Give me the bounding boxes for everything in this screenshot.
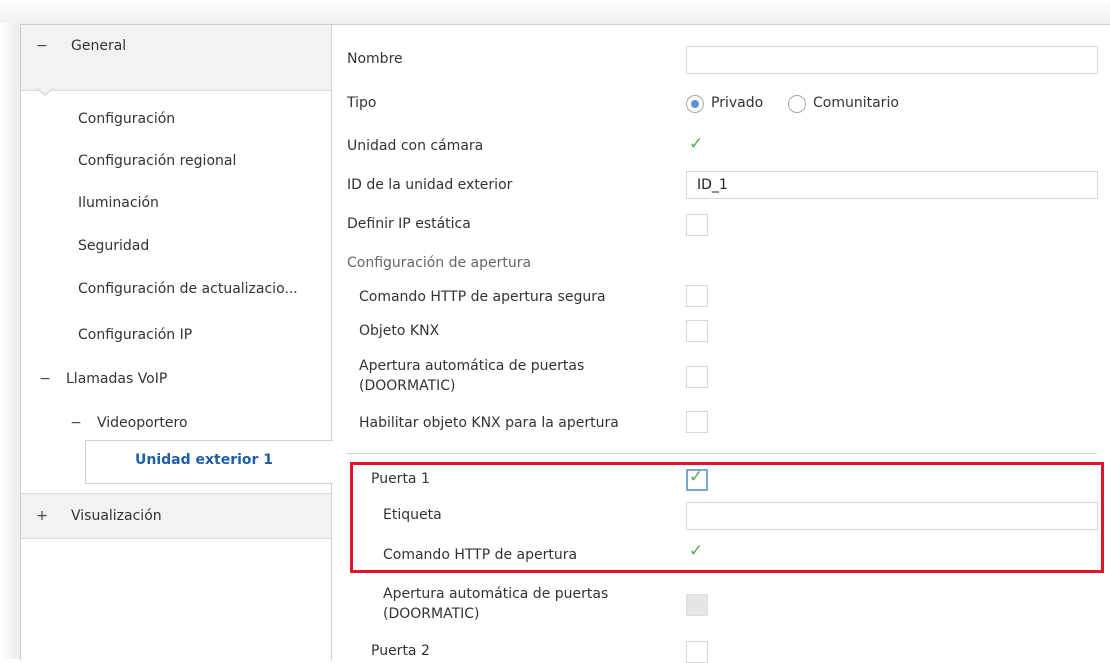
- tree-item-label: Llamadas VoIP: [66, 371, 168, 387]
- doormatic-label: Apertura automática de puertas: [359, 358, 585, 374]
- http-segura-label: Comando HTTP de apertura segura: [359, 289, 606, 305]
- doormatic-checkbox[interactable]: [686, 366, 708, 388]
- config-apertura-heading: Configuración de apertura: [347, 255, 532, 271]
- doormatic-label-2: (DOORMATIC): [359, 378, 456, 394]
- objeto-knx-checkbox[interactable]: [686, 320, 708, 342]
- tree-item-label: Iluminación: [78, 195, 159, 211]
- tree-section-label: General: [71, 38, 127, 54]
- tree-item-label: Configuración de actualizacio...: [78, 281, 298, 297]
- parameters-panel: Nombre Tipo Privado Comunitario Unidad c…: [332, 25, 1110, 663]
- nombre-field[interactable]: [686, 46, 1098, 74]
- id-unidad-field[interactable]: ID_1: [686, 171, 1098, 199]
- parameter-window: − General Configuración Configuración re…: [20, 24, 1110, 663]
- check-icon: ✓: [689, 134, 704, 154]
- highlight-box: [350, 462, 1104, 573]
- objeto-knx-label: Objeto KNX: [359, 323, 440, 339]
- id-unidad-label: ID de la unidad exterior: [347, 177, 513, 193]
- radio-comunitario-label: Comunitario: [813, 95, 899, 111]
- tree-item-unidad-exterior-1[interactable]: Unidad exterior 1: [85, 440, 333, 484]
- navigation-tree: − General Configuración Configuración re…: [21, 25, 332, 660]
- tree-section-visualizacion[interactable]: + Visualización: [21, 493, 331, 539]
- tree-item-llamadas-voip[interactable]: − Llamadas VoIP: [21, 358, 348, 400]
- doormatic2-checkbox: [686, 594, 708, 616]
- habilitar-knx-checkbox[interactable]: [686, 411, 708, 433]
- habilitar-knx-label: Habilitar objeto KNX para la apertura: [359, 415, 619, 431]
- doormatic2-label-2: (DOORMATIC): [383, 606, 480, 622]
- tree-item-label: Videoportero: [97, 415, 188, 431]
- ip-estatica-checkbox[interactable]: [686, 214, 708, 236]
- ip-estatica-label: Definir IP estática: [347, 216, 471, 232]
- tipo-label: Tipo: [347, 95, 377, 111]
- tree-section-label: Visualización: [71, 508, 162, 524]
- collapse-icon[interactable]: −: [69, 415, 83, 431]
- radio-privado-label: Privado: [711, 95, 764, 111]
- section-pointer-icon: [35, 87, 55, 96]
- nombre-label: Nombre: [347, 51, 403, 67]
- tree-item-label: Unidad exterior 1: [135, 452, 274, 468]
- window-shadow-left: [0, 22, 20, 659]
- tree-item-label: Seguridad: [78, 238, 150, 254]
- radio-privado[interactable]: [686, 95, 704, 113]
- collapse-icon[interactable]: −: [35, 38, 49, 54]
- collapse-icon[interactable]: −: [38, 371, 52, 387]
- http-segura-checkbox[interactable]: [686, 285, 708, 307]
- divider: [347, 453, 1097, 454]
- expand-icon[interactable]: +: [35, 508, 49, 524]
- puerta2-label: Puerta 2: [371, 643, 430, 659]
- tree-section-general[interactable]: − General: [21, 25, 331, 91]
- puerta2-checkbox[interactable]: [686, 641, 708, 663]
- tree-item-label: Configuración IP: [78, 327, 193, 343]
- doormatic2-label: Apertura automática de puertas: [383, 586, 609, 602]
- camara-checkbox[interactable]: ✓: [686, 134, 708, 158]
- tree-item-label: Configuración: [78, 111, 176, 127]
- radio-comunitario[interactable]: [788, 95, 806, 113]
- tree-item-videoportero[interactable]: − Videoportero: [21, 402, 379, 444]
- camara-label: Unidad con cámara: [347, 138, 484, 154]
- tree-item-label: Configuración regional: [78, 153, 237, 169]
